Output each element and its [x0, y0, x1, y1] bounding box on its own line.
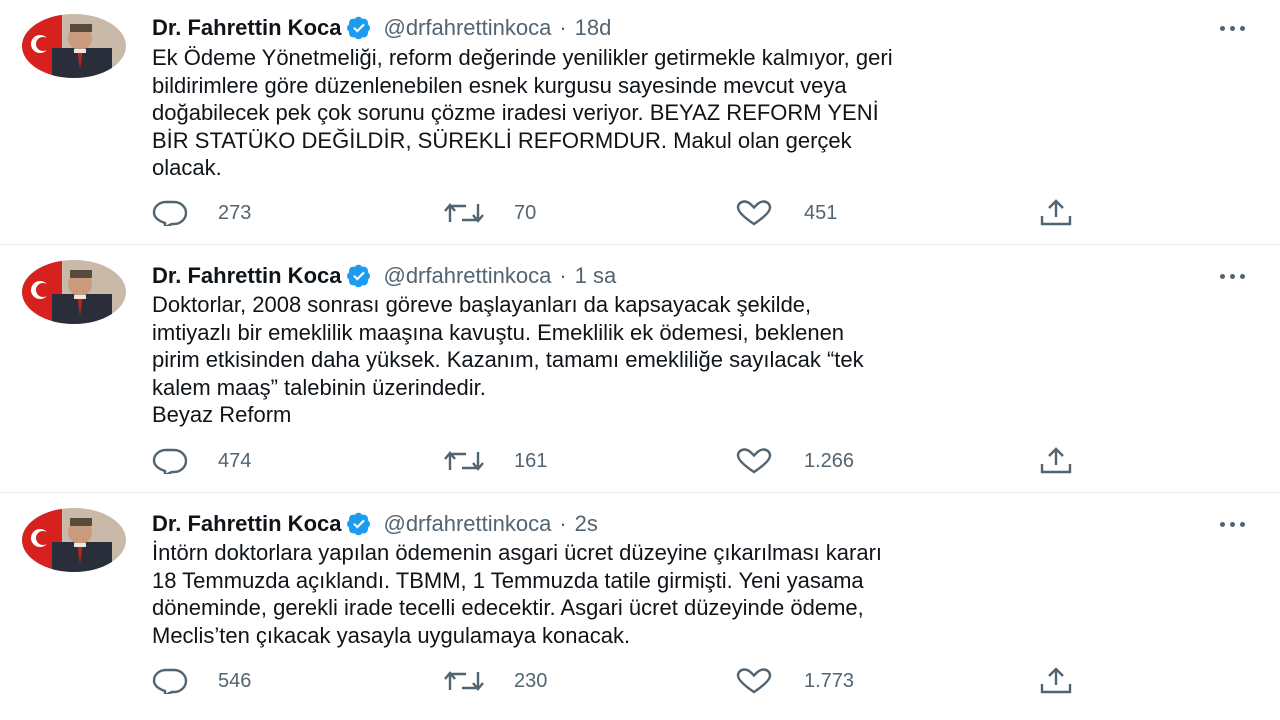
share-icon — [1040, 667, 1072, 694]
retweet-count: 161 — [514, 449, 548, 472]
more-options-icon[interactable] — [1212, 264, 1252, 288]
tweet-text: Ek Ödeme Yönetmeliği, reform değerinde y… — [152, 44, 1232, 182]
tweet-text-line: Ek Ödeme Yönetmeliği, reform değerinde y… — [152, 45, 893, 70]
retweet-icon — [444, 203, 484, 223]
avatar[interactable] — [22, 14, 126, 78]
reply-button[interactable]: 546 — [152, 666, 251, 696]
verified-badge-icon — [347, 264, 371, 288]
tweet-text-line: İntörn doktorlara yapılan ödemenin asgar… — [152, 540, 883, 565]
like-count: 1.266 — [804, 449, 855, 472]
like-icon — [736, 200, 772, 226]
tweet-actions: 273 70 451 — [152, 198, 1092, 228]
tweet-text-line: 18 Temmuzda açıklandı. TBMM, 1 Temmuzda … — [152, 567, 864, 593]
share-icon — [1040, 199, 1072, 226]
author-name[interactable]: Dr. Fahrettin Koca — [152, 263, 341, 289]
verified-badge-icon — [347, 512, 371, 536]
author-handle[interactable]: @drfahrettinkoca — [383, 511, 551, 537]
tweet-header: Dr. Fahrettin Koca @drfahrettinkoca · 1 … — [152, 260, 616, 292]
share-button[interactable] — [1038, 666, 1074, 696]
tweet-text-line: Doktorlar, 2008 sonrası göreve başlayanl… — [152, 292, 812, 317]
reply-button[interactable]: 474 — [152, 446, 251, 476]
reply-button[interactable]: 273 — [152, 198, 251, 228]
tweet-text-line: kalem maaş” talebinin üzerindedir. — [152, 374, 486, 400]
divider — [0, 244, 1280, 245]
author-name[interactable]: Dr. Fahrettin Koca — [152, 511, 341, 537]
timestamp[interactable]: 2s — [575, 511, 598, 537]
more-options-icon[interactable] — [1212, 16, 1252, 40]
reply-count: 474 — [218, 449, 252, 472]
author-handle[interactable]: @drfahrettinkoca — [383, 15, 551, 41]
tweet-text-line: bildirimlere göre düzenlenebilen esnek k… — [152, 72, 847, 98]
retweet-icon — [444, 451, 484, 471]
reply-icon — [152, 668, 188, 694]
share-icon — [1040, 447, 1072, 474]
author-name[interactable]: Dr. Fahrettin Koca — [152, 15, 341, 41]
retweet-icon — [444, 671, 484, 691]
tweet[interactable]: Dr. Fahrettin Koca @drfahrettinkoca · 18… — [0, 0, 1280, 244]
tweet-actions: 546 230 1.773 — [152, 666, 1092, 696]
share-button[interactable] — [1038, 198, 1074, 228]
timestamp[interactable]: 18d — [575, 15, 612, 41]
like-count: 451 — [804, 201, 838, 224]
tweet[interactable]: Dr. Fahrettin Koca @drfahrettinkoca · 1 … — [0, 246, 1280, 490]
author-handle[interactable]: @drfahrettinkoca — [383, 263, 551, 289]
tweet-feed: Dr. Fahrettin Koca @drfahrettinkoca · 18… — [0, 0, 1280, 720]
like-icon — [736, 668, 772, 694]
verified-badge-icon — [347, 16, 371, 40]
tweet-text-line: olacak. — [152, 155, 222, 180]
like-button[interactable]: 1.773 — [736, 666, 854, 696]
divider — [0, 492, 1280, 493]
retweet-button[interactable]: 70 — [442, 198, 536, 228]
tweet-text-line: pirim etkisinden daha yüksek. Kazanım, t… — [152, 347, 864, 372]
timestamp[interactable]: 1 sa — [575, 263, 617, 289]
tweet-text-line: imtiyazlı bir emeklilik maaşına kavuştu.… — [152, 319, 845, 345]
reply-icon — [152, 448, 188, 474]
share-button[interactable] — [1038, 446, 1074, 476]
more-options-icon[interactable] — [1212, 512, 1252, 536]
retweet-count: 230 — [514, 669, 548, 692]
retweet-button[interactable]: 161 — [442, 446, 547, 476]
reply-count: 546 — [218, 669, 252, 692]
tweet-text: İntörn doktorlara yapılan ödemenin asgar… — [152, 539, 1232, 649]
reply-icon — [152, 200, 188, 226]
separator-dot: · — [559, 511, 567, 536]
tweet-text-line: döneminde, gerekli irade tecelli edecekt… — [152, 595, 864, 620]
tweet-actions: 474 161 1.266 — [152, 446, 1092, 476]
avatar[interactable] — [22, 508, 126, 572]
like-button[interactable]: 1.266 — [736, 446, 854, 476]
separator-dot: · — [559, 263, 567, 288]
retweet-count: 70 — [514, 201, 537, 224]
tweet-text-line: Meclis’ten çıkacak yasayla uygulamaya ko… — [152, 622, 631, 648]
tweet-text-line: doğabilecek pek çok sorunu çözme iradesi… — [152, 100, 879, 125]
tweet-text-line: BİR STATÜKO DEĞİLDİR, SÜREKLİ REFORMDUR.… — [152, 127, 852, 153]
tweet-text-line: Beyaz Reform — [152, 402, 292, 427]
like-button[interactable]: 451 — [736, 198, 837, 228]
tweet-text: Doktorlar, 2008 sonrası göreve başlayanl… — [152, 291, 1232, 429]
like-icon — [736, 448, 772, 474]
tweet[interactable]: Dr. Fahrettin Koca @drfahrettinkoca · 2s… — [0, 494, 1280, 720]
like-count: 1.773 — [804, 669, 855, 692]
avatar[interactable] — [22, 260, 126, 324]
tweet-header: Dr. Fahrettin Koca @drfahrettinkoca · 18… — [152, 12, 611, 44]
retweet-button[interactable]: 230 — [442, 666, 547, 696]
reply-count: 273 — [218, 201, 252, 224]
separator-dot: · — [559, 15, 567, 40]
tweet-header: Dr. Fahrettin Koca @drfahrettinkoca · 2s — [152, 508, 598, 540]
